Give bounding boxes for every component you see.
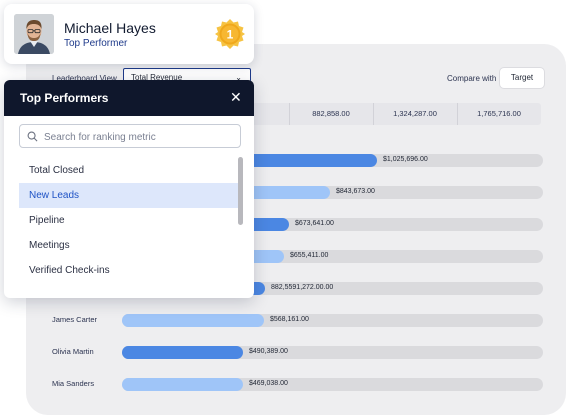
row-bar-track: $469,038.00 <box>122 378 543 391</box>
row-value: $843,673.00 <box>336 188 375 195</box>
metric-option[interactable]: Total Closed <box>19 158 240 183</box>
metric-option[interactable]: Pipeline <box>19 208 240 233</box>
profile-name: Michael Hayes <box>64 20 156 36</box>
row-value: $673,641.00 <box>295 220 334 227</box>
top-performers-dropdown: Top Performers ✕ Total ClosedNew LeadsPi… <box>4 80 254 298</box>
row-name: Olivia Martin <box>52 347 94 356</box>
dropdown-scrollbar[interactable] <box>238 157 243 225</box>
search-icon <box>27 131 38 142</box>
gold-medal-icon: 1 <box>215 19 245 49</box>
avatar-portrait-icon <box>14 14 54 54</box>
row-bar-fill <box>122 314 264 327</box>
metric-search-field[interactable] <box>19 124 241 148</box>
compare-with-label: Compare with <box>447 74 497 83</box>
row-bar-fill <box>122 378 243 391</box>
avatar <box>14 14 54 54</box>
axis-tick: 882,858.00 <box>312 109 350 118</box>
row-name: Mia Sanders <box>52 379 95 388</box>
row-bar-fill <box>122 346 243 359</box>
profile-card: Michael Hayes Top Performer 1 <box>4 4 254 64</box>
dropdown-header: Top Performers ✕ <box>4 80 254 116</box>
target-button[interactable]: Target <box>500 68 544 88</box>
row-value: $490,389.00 <box>249 348 288 355</box>
row-value: $655,411.00 <box>290 252 329 259</box>
dropdown-title: Top Performers <box>20 91 109 105</box>
close-icon[interactable]: ✕ <box>230 89 242 106</box>
row-value: $1,025,696.00 <box>383 156 428 163</box>
row-name: James Carter <box>52 315 98 324</box>
metric-search-input[interactable] <box>42 128 236 146</box>
row-value: $568,161.00 <box>270 316 309 323</box>
axis-tick: 1,324,287.00 <box>393 109 437 118</box>
row-bar-track: $568,161.00 <box>122 314 543 327</box>
metric-option[interactable]: Verified Check-ins <box>19 258 240 283</box>
medal-number: 1 <box>227 28 234 42</box>
row-bar-track: $490,389.00 <box>122 346 543 359</box>
metric-option[interactable]: Meetings <box>19 233 240 258</box>
metric-option[interactable]: New Leads <box>19 183 240 208</box>
row-value: 882,5591,272.00.00 <box>271 284 334 291</box>
axis-tick: 1,765,716.00 <box>477 109 521 118</box>
row-value: $469,038.00 <box>249 380 288 387</box>
profile-role: Top Performer <box>64 38 128 49</box>
axis-header: .00 882,858.00 1,324,287.00 1,765,716.00 <box>205 103 541 125</box>
